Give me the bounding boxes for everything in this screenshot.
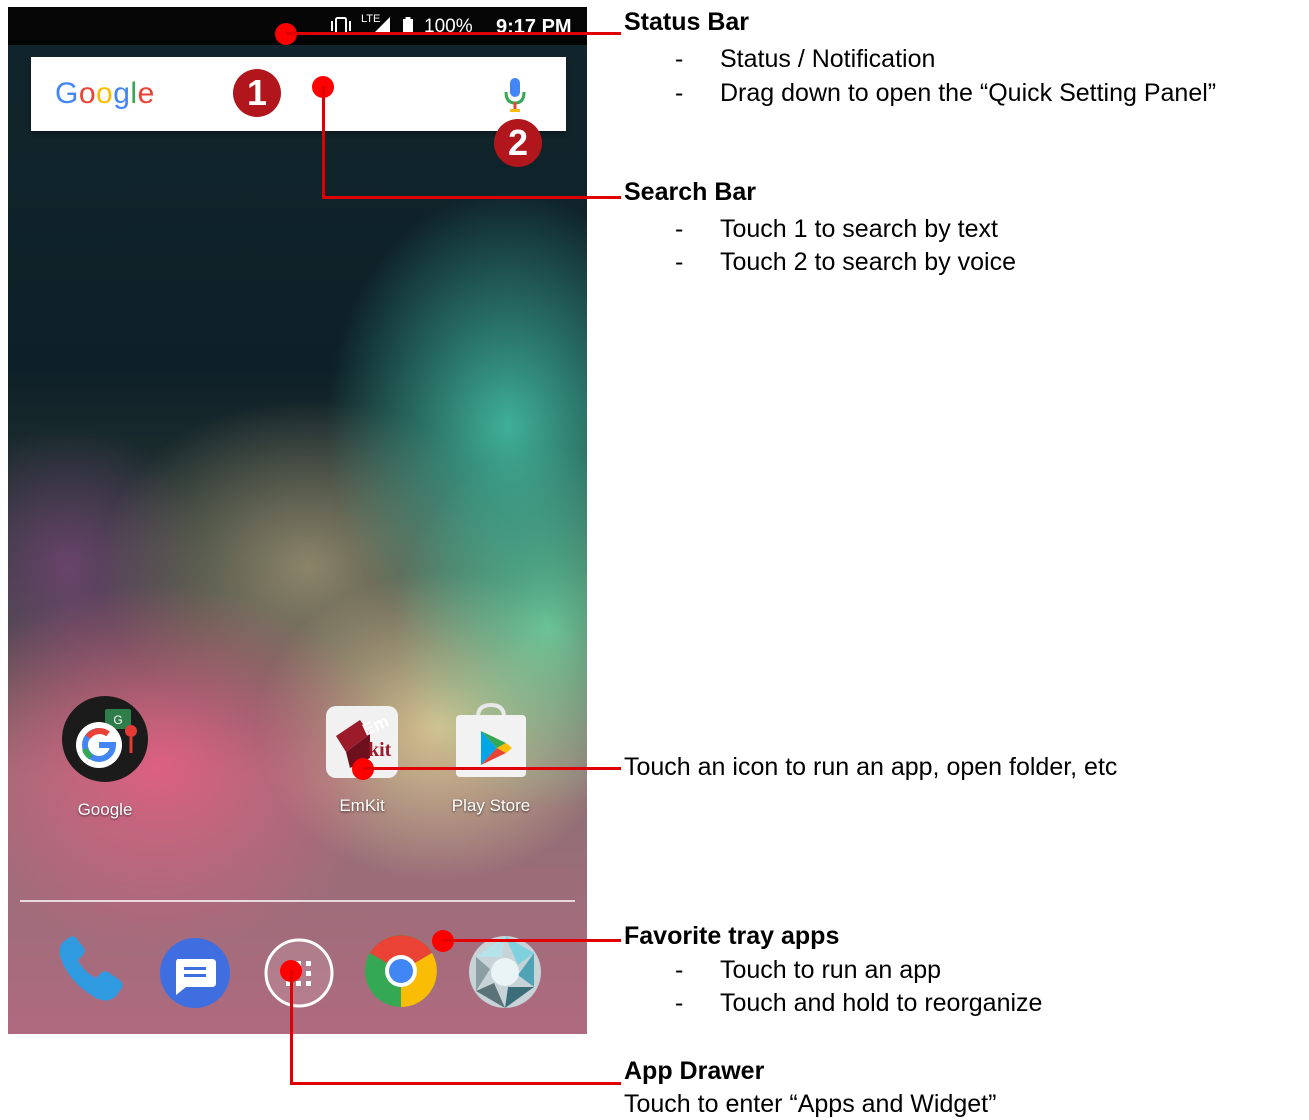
svg-text:kit: kit: [368, 739, 392, 761]
app-drawer-leader-line: [290, 1082, 621, 1085]
bullet-dash: -: [675, 248, 684, 276]
status-bar[interactable]: LTE 100% 9:17 PM: [8, 7, 587, 45]
app-label-emkit: EmKit: [339, 796, 385, 815]
search-bar-leader-line: [322, 196, 621, 199]
status-bar-callout-item: Status / Notification: [720, 45, 936, 73]
vibrate-icon: [328, 16, 354, 42]
status-bar-callout-title: Status Bar: [624, 8, 750, 36]
battery-icon: [402, 16, 414, 42]
search-bar-callout-title: Search Bar: [624, 178, 757, 206]
favorite-tray-leader-line: [443, 939, 621, 942]
app-drawer-leader-line: [290, 970, 293, 1084]
bullet-dash: -: [675, 215, 684, 243]
search-bar[interactable]: Google 1: [31, 57, 566, 131]
bullet-dash: -: [675, 956, 684, 984]
bullet-dash: -: [675, 45, 684, 73]
svg-text:G: G: [113, 713, 122, 727]
play-store-icon[interactable]: [454, 702, 528, 784]
search-bar-callout-item: Touch 2 to search by voice: [720, 248, 1016, 276]
app-drawer-callout-title: App Drawer: [624, 1057, 765, 1085]
google-folder-icon[interactable]: G: [61, 695, 149, 788]
badge-2: 2: [494, 119, 542, 167]
microphone-icon[interactable]: [503, 77, 527, 118]
favorite-tray-callout-title: Favorite tray apps: [624, 922, 840, 950]
icon-leader-line: [363, 767, 621, 770]
phone-home-screen: LTE 100% 9:17 PM Google 1 2 G Google Em …: [8, 7, 587, 1034]
favorite-tray-callout-item: Touch and hold to reorganize: [720, 989, 1043, 1017]
clock: 9:17 PM: [496, 16, 572, 38]
search-bar-callout-item: Touch 1 to search by text: [720, 215, 998, 243]
chrome-icon[interactable]: [364, 934, 438, 1013]
bullet-dash: -: [675, 79, 684, 107]
badge-1: 1: [233, 69, 281, 117]
status-bar-leader-line: [286, 32, 621, 35]
bullet-dash: -: [675, 989, 684, 1017]
camera-icon[interactable]: [468, 935, 542, 1014]
app-drawer-callout-text: Touch to enter “Apps and Widget”: [624, 1090, 997, 1118]
google-logo: Google: [55, 77, 155, 110]
signal-icon: [370, 16, 392, 42]
favorite-tray-callout-item: Touch to run an app: [720, 956, 941, 984]
status-bar-callout-item: Drag down to open the “Quick Setting Pan…: [720, 79, 1217, 107]
search-bar-leader-line: [322, 86, 325, 198]
phone-icon[interactable]: [52, 930, 130, 1013]
messages-icon[interactable]: [158, 937, 232, 1014]
icon-callout-text: Touch an icon to run an app, open folder…: [624, 753, 1118, 781]
dock-divider: [20, 900, 575, 902]
app-label-google: Google: [77, 800, 133, 819]
app-label-play-store: Play Store: [451, 796, 531, 815]
